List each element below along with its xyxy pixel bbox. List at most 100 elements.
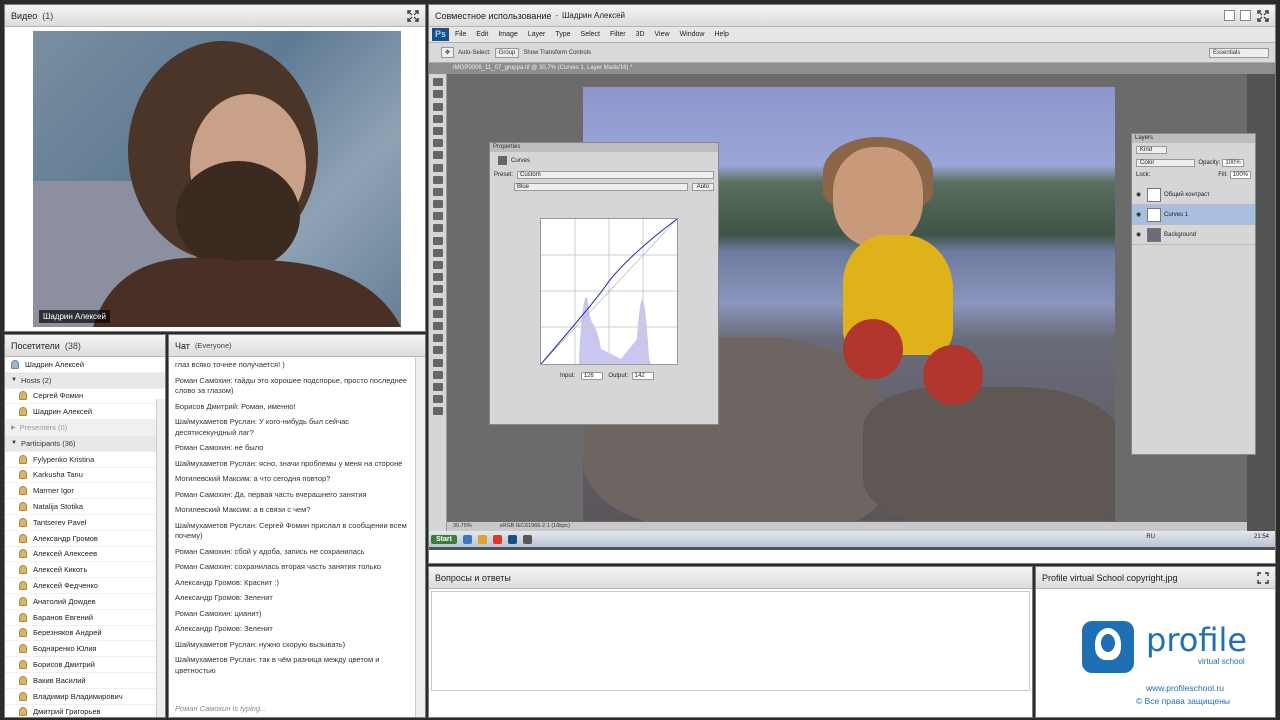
list-item[interactable]: Fylypenko Kristina	[5, 452, 165, 468]
workspace-dropdown[interactable]: Essentials	[1209, 47, 1269, 58]
restore-icon[interactable]	[1240, 10, 1251, 23]
fullscreen-icon[interactable]	[1257, 10, 1269, 24]
list-item[interactable]: Александр Громов	[5, 531, 165, 547]
fill-field[interactable]: 100%	[1229, 171, 1251, 179]
ps-tool-icon[interactable]	[432, 212, 443, 221]
ps-tool-icon[interactable]	[432, 273, 443, 282]
list-item[interactable]: Алексей Федченко	[5, 578, 165, 594]
ps-tool-icon[interactable]	[432, 126, 443, 135]
list-item[interactable]: Дмитрий Григорьев	[5, 705, 165, 717]
layer-row[interactable]: ◉ Общий контраст	[1132, 185, 1255, 205]
participants-section-header[interactable]: ▼ Participants (36)	[5, 435, 165, 452]
ps-menu-item[interactable]: 3D	[636, 31, 645, 38]
visibility-eye-icon[interactable]: ◉	[1136, 211, 1144, 218]
ps-menu-item[interactable]: Window	[680, 31, 705, 38]
current-user-row[interactable]: Шадрин Алексей	[5, 357, 165, 373]
ps-tool-icon[interactable]	[432, 224, 443, 233]
fullscreen-icon[interactable]	[407, 10, 419, 24]
taskbar-app-icon[interactable]	[522, 534, 532, 544]
kind-filter-dropdown[interactable]: Kind	[1136, 146, 1168, 154]
minimize-icon[interactable]	[1224, 10, 1235, 23]
auto-select-label[interactable]: Auto-Select:	[458, 50, 491, 56]
list-item[interactable]: Karkusha Tanu	[5, 468, 165, 484]
taskbar-app-icon[interactable]	[507, 534, 517, 544]
ps-menu-item[interactable]: View	[655, 31, 670, 38]
ps-tool-icon[interactable]	[432, 175, 443, 184]
ps-tool-icon[interactable]	[432, 321, 443, 330]
ps-menu-item[interactable]: Layer	[528, 31, 546, 38]
ps-tool-icon[interactable]	[432, 90, 443, 99]
chat-scope[interactable]: (Everyone)	[195, 341, 232, 350]
presenters-section-header[interactable]: ▶ Presenters (0)	[5, 420, 165, 436]
list-item[interactable]: Natalija Stotika	[5, 499, 165, 515]
ps-tool-icon[interactable]	[432, 102, 443, 111]
list-item[interactable]: Шадрин Алексей	[5, 404, 165, 421]
visibility-eye-icon[interactable]: ◉	[1136, 191, 1144, 198]
chat-scrollbar[interactable]	[415, 357, 425, 717]
attendee-scrollbar[interactable]	[156, 399, 165, 717]
ps-tool-icon[interactable]	[432, 309, 443, 318]
ps-tool-icon[interactable]	[432, 382, 443, 391]
ps-tool-icon[interactable]	[432, 236, 443, 245]
taskbar-app-icon[interactable]	[492, 534, 502, 544]
ps-tool-icon[interactable]	[432, 78, 443, 87]
fullscreen-icon[interactable]	[1257, 572, 1269, 586]
ps-tool-icon[interactable]	[432, 358, 443, 367]
taskbar-app-icon[interactable]	[462, 534, 472, 544]
ps-tool-icon[interactable]	[432, 346, 443, 355]
ps-tool-icon[interactable]	[432, 151, 443, 160]
layer-row[interactable]: ◉ Curves 1	[1132, 205, 1255, 225]
ps-menu-item[interactable]: Filter	[610, 31, 626, 38]
ps-menu-item[interactable]: Type	[555, 31, 570, 38]
ps-tool-icon[interactable]	[432, 139, 443, 148]
ps-tool-icon[interactable]	[432, 370, 443, 379]
preset-dropdown[interactable]: Custom	[517, 171, 714, 179]
list-item[interactable]: Баранов Евгений	[5, 610, 165, 626]
ps-tool-icon[interactable]	[432, 334, 443, 343]
visibility-eye-icon[interactable]: ◉	[1136, 231, 1144, 238]
list-item[interactable]: Tantserev Pavel	[5, 515, 165, 531]
list-item[interactable]: Владимир Владимирович	[5, 689, 165, 705]
list-item[interactable]: Алексей Алексеев	[5, 547, 165, 563]
list-item[interactable]: Боднаренко Юлия	[5, 641, 165, 658]
ps-menu-item[interactable]: Edit	[476, 31, 488, 38]
list-item[interactable]: Борисов Дмитрий	[5, 657, 165, 673]
channel-dropdown[interactable]: Blue	[514, 183, 688, 191]
move-tool-icon[interactable]: ✥	[441, 47, 455, 58]
auto-button[interactable]: Auto	[691, 183, 714, 191]
layer-row[interactable]: ◉ Background	[1132, 225, 1255, 245]
blend-mode-dropdown[interactable]: Color	[1136, 159, 1196, 167]
ps-tool-icon[interactable]	[432, 297, 443, 306]
ps-menu-item[interactable]: Help	[714, 31, 728, 38]
zoom-level[interactable]: 30.75%	[453, 523, 472, 529]
ps-tool-icon[interactable]	[432, 163, 443, 172]
ps-menu-item[interactable]: Select	[581, 31, 600, 38]
ps-menu-item[interactable]: Image	[498, 31, 517, 38]
auto-select-dropdown[interactable]: Group	[494, 47, 520, 58]
ps-tool-icon[interactable]	[432, 200, 443, 209]
opacity-field[interactable]: 100%	[1222, 159, 1244, 167]
taskbar-app-icon[interactable]	[477, 534, 487, 544]
output-field[interactable]: 142	[631, 372, 654, 380]
input-field[interactable]: 126	[580, 372, 603, 380]
ps-canvas[interactable]: Properties Curves Preset: Custom Blue Auto…	[447, 74, 1256, 522]
list-item[interactable]: Вакив Василий	[5, 673, 165, 689]
list-item[interactable]: Анатолий Доwдев	[5, 594, 165, 610]
list-item[interactable]: Marmer Igor	[5, 483, 165, 500]
start-button[interactable]: Start	[431, 534, 457, 544]
curve-graph[interactable]	[540, 218, 678, 365]
ps-tool-icon[interactable]	[432, 395, 443, 404]
language-indicator[interactable]: RU	[1146, 534, 1155, 540]
hosts-section-header[interactable]: ▼ Hosts (2)	[5, 372, 165, 389]
list-item[interactable]: Алексей Кикоть	[5, 562, 165, 579]
list-item[interactable]: Сергей Фомин	[5, 389, 165, 405]
ps-tool-icon[interactable]	[432, 248, 443, 257]
doc-tab[interactable]: IMGP0006_11_07_gruppa.tif @ 30,7% (Curve…	[429, 63, 1275, 74]
ps-tool-icon[interactable]	[432, 114, 443, 123]
ps-menu-item[interactable]: File	[455, 31, 466, 38]
ps-tool-icon[interactable]	[432, 407, 443, 416]
transform-controls-checkbox[interactable]: Show Transform Controls	[523, 50, 591, 56]
list-item[interactable]: Березняков Андрей	[5, 626, 165, 642]
ps-tool-icon[interactable]	[432, 285, 443, 294]
ps-tool-icon[interactable]	[432, 261, 443, 269]
